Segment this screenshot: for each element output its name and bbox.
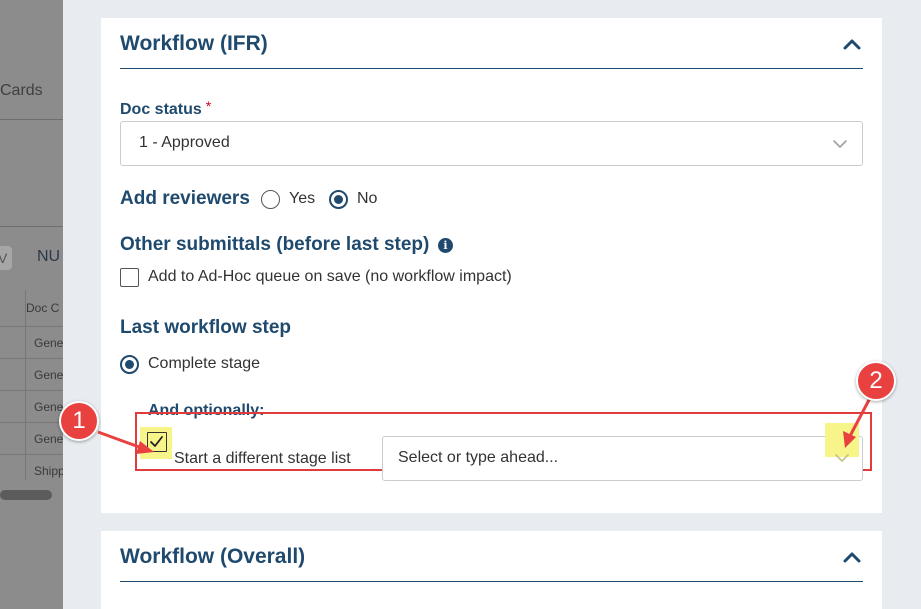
bg-table-cell: Gene bbox=[34, 432, 63, 446]
bg-column-nu: NU bbox=[37, 248, 61, 265]
stage-list-placeholder: Select or type ahead... bbox=[398, 449, 559, 466]
stage-list-checkbox[interactable] bbox=[147, 432, 167, 452]
adhoc-label: Add to Ad-Hoc queue on save (no workflow… bbox=[148, 268, 512, 285]
chevron-down-icon[interactable] bbox=[834, 453, 850, 463]
bg-pill: V bbox=[0, 246, 12, 270]
table-row: Gene bbox=[0, 390, 63, 422]
workflow-panel: Workflow (IFR) Doc status * 1 - Approved … bbox=[63, 0, 921, 609]
bg-table: Doc C Gene Gene Gene Gene Shipp bbox=[0, 290, 63, 480]
table-row: Shipp bbox=[0, 454, 63, 486]
reviewers-no-label: No bbox=[357, 190, 378, 207]
callout-1: 1 bbox=[59, 401, 99, 441]
checkmark-icon bbox=[150, 436, 163, 447]
bg-divider bbox=[0, 119, 63, 120]
reviewers-yes-radio[interactable] bbox=[261, 190, 280, 209]
bg-table-header: Doc C bbox=[26, 301, 60, 315]
add-reviewers-label: Add reviewers bbox=[120, 188, 250, 209]
table-row: Gene bbox=[0, 326, 63, 358]
bg-table-cell: Gene bbox=[34, 336, 63, 350]
adhoc-checkbox[interactable] bbox=[120, 268, 139, 287]
doc-status-value: 1 - Approved bbox=[139, 134, 230, 151]
complete-stage-radio[interactable] bbox=[120, 355, 139, 374]
bg-table-cell: Gene bbox=[34, 368, 63, 382]
workflow-ifr-title: Workflow (IFR) bbox=[120, 32, 268, 55]
reviewers-no-radio[interactable] bbox=[329, 190, 348, 209]
workflow-ifr-header[interactable]: Workflow (IFR) bbox=[120, 18, 863, 69]
workflow-overall-card: Workflow (Overall) bbox=[101, 531, 882, 609]
table-row: Gene bbox=[0, 358, 63, 390]
doc-status-select[interactable]: 1 - Approved bbox=[120, 121, 863, 166]
workflow-overall-title: Workflow (Overall) bbox=[120, 545, 306, 568]
background-app: Cards V Doc C Gene Gene Gene Gene Shipp bbox=[0, 0, 63, 609]
stage-list-label: Start a different stage list bbox=[174, 450, 351, 467]
callout-2: 2 bbox=[856, 361, 896, 401]
table-row: Gene bbox=[0, 422, 63, 454]
reviewers-yes-label: Yes bbox=[289, 190, 316, 207]
dropdown-highlight bbox=[825, 423, 859, 457]
bg-scrollbar bbox=[0, 490, 52, 500]
chevron-up-icon[interactable] bbox=[843, 38, 861, 50]
workflow-overall-header[interactable]: Workflow (Overall) bbox=[120, 531, 863, 582]
bg-table-cell: Shipp bbox=[34, 464, 63, 478]
bg-tab-cards: Cards bbox=[0, 82, 43, 99]
doc-status-label: Doc status * bbox=[120, 98, 211, 119]
other-submittals-label: Other submittals (before last step) bbox=[120, 234, 430, 255]
doc-status-label-text: Doc status bbox=[120, 101, 202, 118]
chevron-down-icon bbox=[833, 140, 847, 148]
info-icon[interactable]: i bbox=[438, 238, 453, 253]
required-marker: * bbox=[205, 98, 212, 114]
chevron-up-icon[interactable] bbox=[843, 551, 861, 563]
stage-list-select[interactable]: Select or type ahead... bbox=[382, 436, 863, 481]
last-workflow-step-label: Last workflow step bbox=[120, 317, 292, 338]
complete-stage-label: Complete stage bbox=[148, 355, 261, 372]
bg-divider bbox=[0, 226, 63, 227]
